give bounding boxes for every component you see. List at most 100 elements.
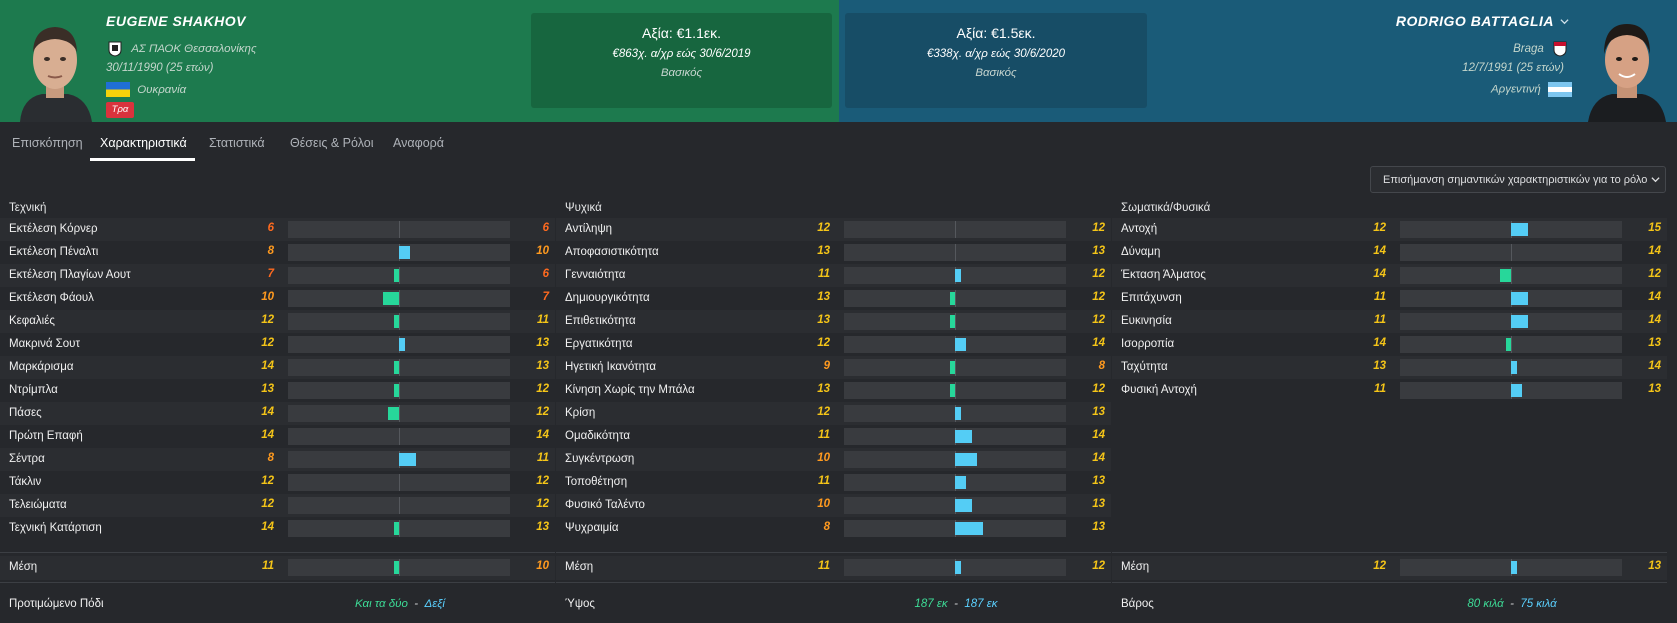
average-row[interactable]: Μέση 12 13 <box>1112 556 1667 580</box>
attribute-row[interactable]: Ηγετική Ικανότητα 9 8 <box>556 356 1111 379</box>
player1-attribute-value: 12 <box>261 337 274 349</box>
player1-attribute-value: 8 <box>823 521 830 533</box>
attribute-row[interactable]: Πάσες 14 12 <box>0 402 555 425</box>
attribute-name: Επιθετικότητα <box>565 315 636 327</box>
comparison-bar <box>288 267 510 284</box>
footer-label: Προτιμώμενο Πόδι <box>9 598 104 610</box>
attribute-row[interactable]: Τελειώματα 12 12 <box>0 494 555 517</box>
player1-attribute-value: 14 <box>261 406 274 418</box>
player2-attribute-value: 14 <box>1648 291 1661 303</box>
attribute-row[interactable]: Αντοχή 12 15 <box>1112 218 1667 241</box>
attribute-row[interactable]: Συγκέντρωση 10 14 <box>556 448 1111 471</box>
attribute-row[interactable]: Τεχνική Κατάρτιση 14 13 <box>0 517 555 540</box>
attribute-row[interactable]: Εκτέλεση Κόρνερ 6 6 <box>0 218 555 241</box>
average-row[interactable]: Μέση 11 10 <box>0 556 555 580</box>
player2-attribute-value: 13 <box>536 521 549 533</box>
attribute-row[interactable]: Ισορροπία 14 13 <box>1112 333 1667 356</box>
player1-name[interactable]: EUGENE SHAKHOV <box>106 13 246 29</box>
highlight-select-label: Επισήμανση σημαντικών χαρακτηριστικών γι… <box>1383 174 1648 186</box>
player2-attribute-value: 15 <box>1648 222 1661 234</box>
player2-name[interactable]: RODRIGO BATTAGLIA <box>1396 13 1554 29</box>
comparison-bar <box>288 221 510 238</box>
player1-attribute-value: 6 <box>267 222 274 234</box>
player2-club-row[interactable]: Braga <box>1513 41 1567 57</box>
player1-club-row[interactable]: ΑΣ ΠΑΟΚ Θεσσαλονίκης <box>108 41 257 57</box>
attribute-row[interactable]: Τοποθέτηση 11 13 <box>556 471 1111 494</box>
player1-attribute-value: 11 <box>1374 314 1386 326</box>
player1-advantage-bar <box>949 292 955 305</box>
player2-footer-value: Δεξί <box>424 598 445 610</box>
comparison-bar <box>288 474 510 491</box>
attribute-row[interactable]: Επιτάχυνση 11 14 <box>1112 287 1667 310</box>
comparison-bar <box>288 336 510 353</box>
player1-attribute-value: 14 <box>1373 245 1386 257</box>
attribute-row[interactable]: Γενναιότητα 11 12 <box>556 264 1111 287</box>
player2-nationality-row[interactable]: Αργεντινή <box>1491 82 1572 97</box>
bar-midline <box>399 474 400 491</box>
player1-advantage-bar <box>1500 269 1511 282</box>
attribute-row[interactable]: Αποφασιστικότητα 13 13 <box>556 241 1111 264</box>
attribute-row[interactable]: Μακρινά Σουτ 12 13 <box>0 333 555 356</box>
tab-attributes[interactable]: Χαρακτηριστικά <box>100 136 187 150</box>
attribute-row[interactable]: Έκταση Άλματος 14 12 <box>1112 264 1667 287</box>
attribute-row[interactable]: Ομαδικότητα 11 14 <box>556 425 1111 448</box>
attribute-row[interactable]: Μαρκάρισμα 14 13 <box>0 356 555 379</box>
player1-attribute-value: 7 <box>267 268 274 280</box>
player2-attribute-value: 14 <box>1092 337 1105 349</box>
player1-attribute-value: 12 <box>1373 560 1386 572</box>
comparison-bar <box>1400 336 1622 353</box>
attribute-row[interactable]: Πρώτη Επαφή 14 14 <box>0 425 555 448</box>
average-row[interactable]: Μέση 11 12 <box>556 556 1111 580</box>
comparison-bar <box>1400 313 1622 330</box>
attribute-row[interactable]: Αντίληψη 12 12 <box>556 218 1111 241</box>
bar-midline <box>399 313 400 330</box>
comparison-bar <box>844 451 1066 468</box>
tab-overview[interactable]: Επισκόπηση <box>12 136 83 150</box>
player2-attribute-value: 13 <box>1648 337 1661 349</box>
attribute-row[interactable]: Φυσικό Ταλέντο 10 13 <box>556 494 1111 517</box>
player1-attribute-value: 11 <box>818 268 830 280</box>
attribute-row[interactable]: Κίνηση Χωρίς την Μπάλα 13 12 <box>556 379 1111 402</box>
attribute-row[interactable]: Ψυχραιμία 8 13 <box>556 517 1111 540</box>
player2-attribute-value: 14 <box>1648 245 1661 257</box>
attribute-row[interactable]: Κρίση 12 13 <box>556 402 1111 425</box>
attribute-name: Κρίση <box>565 407 596 419</box>
attribute-row[interactable]: Εκτέλεση Φάουλ 10 7 <box>0 287 555 310</box>
player2-advantage-bar <box>955 522 983 535</box>
tab-report[interactable]: Αναφορά <box>393 136 444 150</box>
attribute-row[interactable]: Δύναμη 14 14 <box>1112 241 1667 264</box>
comparison-bar <box>844 221 1066 238</box>
tab-statistics[interactable]: Στατιστικά <box>209 136 265 150</box>
attribute-row[interactable]: Εργατικότητα 12 14 <box>556 333 1111 356</box>
player2-attribute-value: 13 <box>1092 521 1105 533</box>
bar-midline <box>399 267 400 284</box>
bar-midline <box>399 497 400 514</box>
attribute-row[interactable]: Εκτέλεση Πέναλτι 8 10 <box>0 241 555 264</box>
player2-attribute-value: 14 <box>536 429 549 441</box>
attribute-row[interactable]: Κεφαλιές 12 11 <box>0 310 555 333</box>
footer-separator: - <box>954 598 958 610</box>
player2-advantage-bar <box>955 338 966 351</box>
tab-positions-roles[interactable]: Θέσεις & Ρόλοι <box>290 136 374 150</box>
player2-attribute-value: 14 <box>1092 452 1105 464</box>
player1-club: ΑΣ ΠΑΟΚ Θεσσαλονίκης <box>131 43 257 56</box>
player2-advantage-bar <box>399 338 405 351</box>
comparison-bar <box>1400 382 1622 399</box>
attribute-row[interactable]: Σέντρα 8 11 <box>0 448 555 471</box>
highlight-role-attributes-dropdown[interactable]: Επισήμανση σημαντικών χαρακτηριστικών γι… <box>1370 166 1666 193</box>
attribute-row[interactable]: Επιθετικότητα 13 12 <box>556 310 1111 333</box>
attribute-row[interactable]: Τάκλιν 12 12 <box>0 471 555 494</box>
chevron-down-icon[interactable] <box>1560 17 1569 26</box>
player1-nationality-row[interactable]: Ουκρανία <box>106 82 186 97</box>
attribute-row[interactable]: Εκτέλεση Πλαγίων Αουτ 7 6 <box>0 264 555 287</box>
bar-midline <box>399 359 400 376</box>
attribute-row[interactable]: Ταχύτητα 13 14 <box>1112 356 1667 379</box>
attribute-row[interactable]: Φυσική Αντοχή 11 13 <box>1112 379 1667 402</box>
attribute-row[interactable]: Δημιουργικότητα 13 12 <box>556 287 1111 310</box>
player2-photo <box>1584 10 1670 122</box>
player2-dob: 12/7/1991 (25 ετών) <box>1462 62 1564 74</box>
attribute-row[interactable]: Ευκινησία 11 14 <box>1112 310 1667 333</box>
attribute-name: Τελειώματα <box>9 499 67 511</box>
attribute-row[interactable]: Ντρίμπλα 13 12 <box>0 379 555 402</box>
comparison-bar <box>288 359 510 376</box>
